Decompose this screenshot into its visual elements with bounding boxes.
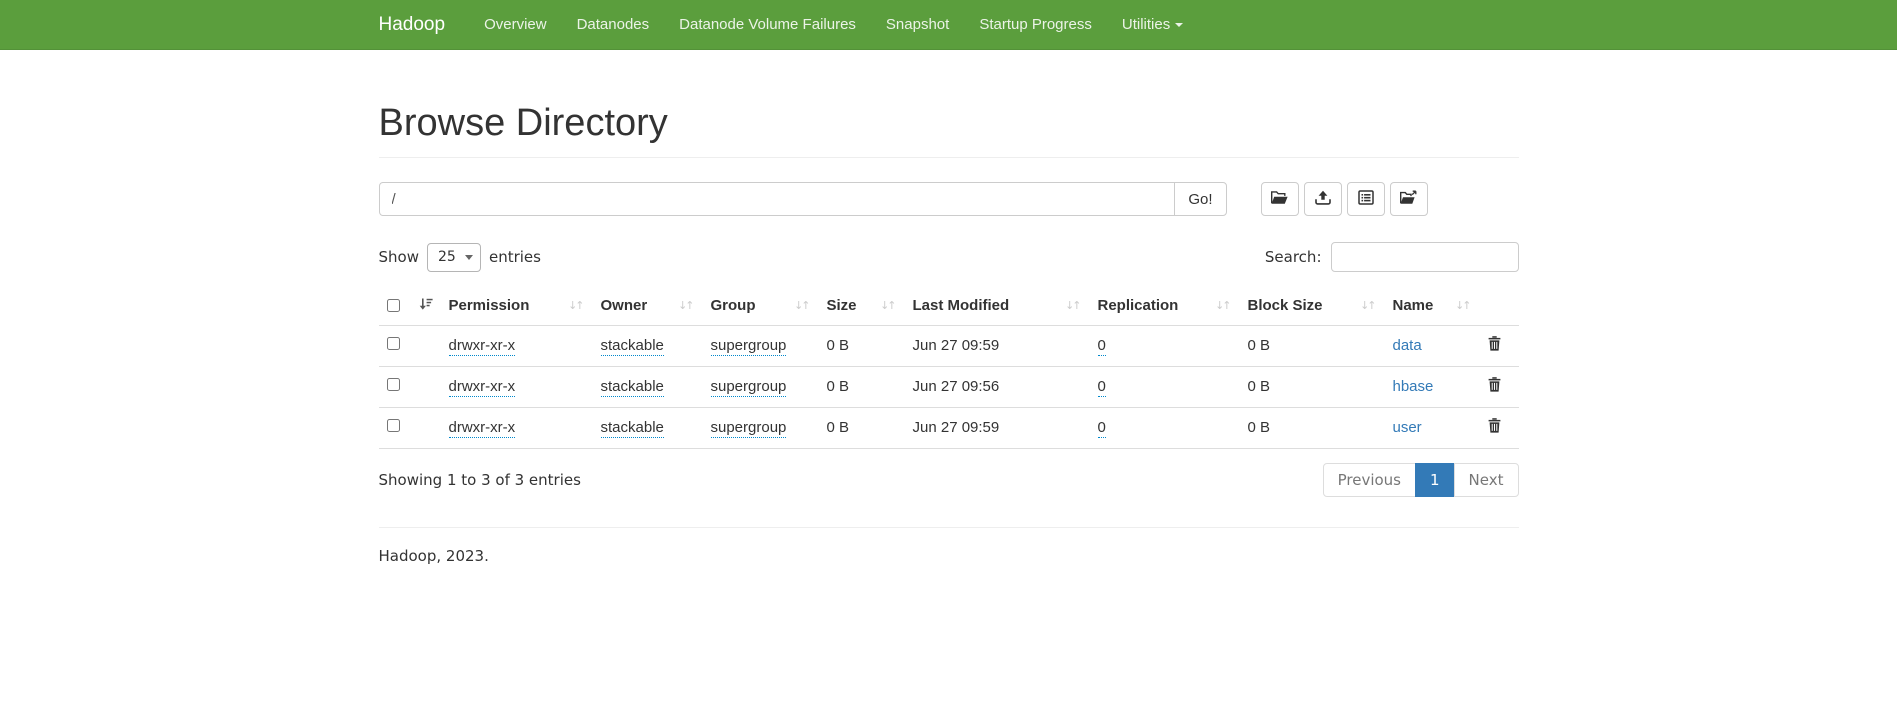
- column-header-last-modified[interactable]: Last Modified↓↑: [905, 288, 1090, 326]
- table-controls: Show 25 entries Search:: [379, 242, 1519, 272]
- directory-link[interactable]: data: [1393, 337, 1422, 354]
- sort-both-icon: ↓↑: [568, 299, 584, 312]
- navbar-brand[interactable]: Hadoop: [379, 0, 470, 50]
- create-directory-button[interactable]: [1261, 182, 1299, 216]
- utilities-label: Utilities: [1122, 16, 1170, 33]
- row-checkbox[interactable]: [387, 337, 400, 350]
- directory-input-group: Go!: [379, 182, 1227, 216]
- caret-down-icon: [1175, 23, 1183, 27]
- group-value[interactable]: supergroup: [711, 337, 787, 356]
- column-header-block-size[interactable]: Block Size↓↑: [1240, 288, 1385, 326]
- column-header-select-all[interactable]: [379, 288, 441, 326]
- nav-item-datanode-volume-failures[interactable]: Datanode Volume Failures: [664, 0, 871, 50]
- page-header: Browse Directory: [379, 102, 1519, 158]
- nav-item-utilities-dropdown[interactable]: Utilities: [1107, 0, 1198, 50]
- sort-ascending-icon: [419, 297, 433, 314]
- table-info: Showing 1 to 3 of 3 entries: [379, 471, 581, 489]
- sort-both-icon: ↓↑: [1065, 299, 1081, 312]
- directory-listing-table: Permission↓↑ Owner↓↑ Group↓↑ Size↓↑ Last…: [379, 288, 1519, 449]
- last-modified-value: Jun 27 09:59: [913, 337, 1000, 354]
- size-value: 0 B: [827, 337, 850, 354]
- go-button[interactable]: Go!: [1174, 182, 1226, 216]
- page-number-button[interactable]: 1: [1415, 463, 1455, 497]
- upload-files-button[interactable]: [1304, 182, 1342, 216]
- group-value[interactable]: supergroup: [711, 378, 787, 397]
- column-header-replication[interactable]: Replication↓↑: [1090, 288, 1240, 326]
- row-checkbox[interactable]: [387, 419, 400, 432]
- column-header-size[interactable]: Size↓↑: [819, 288, 905, 326]
- permission-value[interactable]: drwxr-xr-x: [449, 337, 516, 356]
- next-page-button[interactable]: Next: [1454, 463, 1519, 497]
- show-label: Show: [379, 248, 419, 266]
- last-modified-value: Jun 27 09:56: [913, 378, 1000, 395]
- replication-value[interactable]: 0: [1098, 337, 1106, 356]
- block-size-value: 0 B: [1248, 419, 1271, 436]
- footer-text: Hadoop, 2023.: [379, 547, 1519, 565]
- trash-icon: [1488, 339, 1501, 354]
- upload-icon: [1315, 190, 1331, 208]
- sort-both-icon: ↓↑: [794, 299, 810, 312]
- nav-item-snapshot[interactable]: Snapshot: [871, 0, 964, 50]
- folder-transfer-icon: [1400, 190, 1417, 208]
- entries-length-select[interactable]: 25: [427, 243, 481, 272]
- sort-both-icon: ↓↑: [880, 299, 896, 312]
- last-modified-value: Jun 27 09:59: [913, 419, 1000, 436]
- file-action-buttons: [1261, 182, 1428, 216]
- column-header-actions: [1480, 288, 1519, 326]
- group-value[interactable]: supergroup: [711, 419, 787, 438]
- cut-paste-button[interactable]: [1347, 182, 1385, 216]
- sort-both-icon: ↓↑: [1455, 299, 1471, 312]
- table-header-row: Permission↓↑ Owner↓↑ Group↓↑ Size↓↑ Last…: [379, 288, 1519, 326]
- table-row: drwxr-xr-x stackable supergroup 0 B Jun …: [379, 408, 1519, 449]
- replication-value[interactable]: 0: [1098, 419, 1106, 438]
- row-checkbox[interactable]: [387, 378, 400, 391]
- search-label: Search:: [1265, 248, 1322, 266]
- sort-both-icon: ↓↑: [1215, 299, 1231, 312]
- top-navbar: Hadoop Overview Datanodes Datanode Volum…: [0, 0, 1897, 50]
- owner-value[interactable]: stackable: [601, 337, 664, 356]
- footer-divider: [379, 527, 1519, 528]
- directory-path-input[interactable]: [379, 182, 1176, 216]
- list-alt-icon: [1358, 190, 1374, 208]
- block-size-value: 0 B: [1248, 337, 1271, 354]
- select-all-checkbox[interactable]: [387, 299, 400, 312]
- permission-value[interactable]: drwxr-xr-x: [449, 419, 516, 438]
- nav-item-datanodes[interactable]: Datanodes: [562, 0, 665, 50]
- path-bar: Go!: [379, 182, 1519, 216]
- entries-length-select-shell: 25: [427, 243, 481, 272]
- delete-button[interactable]: [1488, 336, 1501, 351]
- trash-icon: [1488, 380, 1501, 395]
- column-header-permission[interactable]: Permission↓↑: [441, 288, 593, 326]
- trash-icon: [1488, 421, 1501, 436]
- block-size-value: 0 B: [1248, 378, 1271, 395]
- table-row: drwxr-xr-x stackable supergroup 0 B Jun …: [379, 367, 1519, 408]
- nav-item-startup-progress[interactable]: Startup Progress: [964, 0, 1107, 50]
- page-title: Browse Directory: [379, 102, 1519, 145]
- nav-item-overview[interactable]: Overview: [469, 0, 562, 50]
- previous-page-button[interactable]: Previous: [1323, 463, 1416, 497]
- folder-open-icon: [1271, 190, 1288, 208]
- owner-value[interactable]: stackable: [601, 378, 664, 397]
- search-input[interactable]: [1331, 242, 1519, 272]
- size-value: 0 B: [827, 378, 850, 395]
- owner-value[interactable]: stackable: [601, 419, 664, 438]
- column-header-name[interactable]: Name↓↑: [1385, 288, 1480, 326]
- pagination: Previous 1 Next: [1323, 463, 1519, 497]
- size-value: 0 B: [827, 419, 850, 436]
- sort-both-icon: ↓↑: [1360, 299, 1376, 312]
- column-header-group[interactable]: Group↓↑: [703, 288, 819, 326]
- table-row: drwxr-xr-x stackable supergroup 0 B Jun …: [379, 326, 1519, 367]
- permission-value[interactable]: drwxr-xr-x: [449, 378, 516, 397]
- directory-link[interactable]: user: [1393, 419, 1422, 436]
- entries-label: entries: [489, 248, 541, 266]
- move-to-button[interactable]: [1390, 182, 1428, 216]
- sort-both-icon: ↓↑: [678, 299, 694, 312]
- directory-link[interactable]: hbase: [1393, 378, 1434, 395]
- replication-value[interactable]: 0: [1098, 378, 1106, 397]
- column-header-owner[interactable]: Owner↓↑: [593, 288, 703, 326]
- delete-button[interactable]: [1488, 418, 1501, 433]
- delete-button[interactable]: [1488, 377, 1501, 392]
